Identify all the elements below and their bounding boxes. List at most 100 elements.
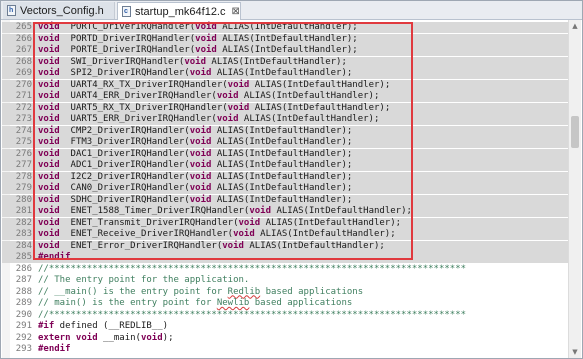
line-number: 290 (15, 309, 32, 320)
code-line[interactable]: 277 void ADC1_DriverIRQHandler(void ALIAS… (2, 160, 570, 172)
code-line[interactable]: 287 // The entry point for the applicatio… (2, 275, 570, 286)
code-line[interactable]: 273 void UART5_ERR_DriverIRQHandler(void … (2, 114, 570, 126)
code-token: void (38, 45, 60, 55)
tab-label: Vectors_Config.h (20, 4, 104, 17)
code-token: I2C2_DriverIRQHandler( (59, 171, 190, 182)
code-token: //**************************************… (38, 309, 467, 320)
code-token: ALIAS(IntDefaultHandler); (249, 79, 391, 90)
line-number: 285 (15, 252, 32, 262)
code-token: void (38, 137, 60, 147)
line-number: 265 (15, 22, 32, 32)
code-token: ALIAS(IntDefaultHandler); (206, 56, 347, 67)
code-token: based applications (260, 286, 364, 297)
scroll-up-icon[interactable]: ▲ (569, 20, 581, 32)
code-line[interactable]: 276 void DAC1_DriverIRQHandler(void ALIAS… (2, 148, 570, 160)
code-line[interactable]: 285 #endif (2, 252, 570, 264)
code-line[interactable]: 271 void UART4_ERR_DriverIRQHandler(void … (2, 91, 570, 103)
code-line[interactable]: 291 #if defined (__REDLIB__) (2, 321, 570, 332)
code-token: ALIAS(IntDefaultHandler); (254, 229, 396, 239)
close-icon[interactable]: ⊠ (232, 6, 240, 17)
code-token: Newlib (216, 298, 250, 308)
code-line[interactable]: 275 void FTM3_DriverIRQHandler(void ALIAS… (2, 137, 570, 149)
code-line[interactable]: 265 void PORTC_DriverIRQHandler(void ALIA… (2, 22, 570, 34)
code-token: void (38, 125, 60, 136)
code-token: ADC1_DriverIRQHandler( (59, 160, 190, 170)
code-token: SPI2_DriverIRQHandler( (59, 68, 190, 78)
code-line[interactable]: 279 void CAN0_DriverIRQHandler(void ALIAS… (2, 183, 570, 195)
line-number: 268 (15, 56, 32, 67)
tab-startup-mk64f12[interactable]: c startup_mk64f12.c ⊠ (117, 2, 241, 20)
code-line[interactable]: 288 // __main() is the entry point for Re… (2, 287, 570, 298)
code-line[interactable]: 268 void SWI_DriverIRQHandler(void ALIAS(… (2, 56, 570, 68)
code-token: ALIAS(IntDefaultHandler); (216, 33, 358, 44)
code-token: void (189, 183, 212, 193)
line-number: 283 (15, 229, 32, 239)
line-number: 287 (15, 275, 32, 285)
code-token: UART5_ERR_DriverIRQHandler( (59, 114, 217, 124)
code-token: ALIAS(IntDefaultHandler); (211, 160, 353, 170)
code-token: void (38, 148, 60, 159)
line-number: 280 (15, 194, 32, 205)
code-token: ALIAS(IntDefaultHandler); (216, 22, 358, 32)
code-line[interactable]: 284 void ENET_Error_DriverIRQHandler(void… (2, 240, 570, 252)
code-token: #if (38, 321, 55, 331)
line-number: 273 (15, 114, 32, 124)
code-token: ENET_Receive_DriverIRQHandler( (59, 229, 234, 239)
line-number: 284 (15, 240, 32, 251)
code-line[interactable]: 266 void PORTD_DriverIRQHandler(void ALIA… (2, 33, 570, 45)
code-line[interactable]: 282 void ENET_Transmit_DriverIRQHandler(v… (2, 217, 570, 229)
code-token: ENET_1588_Timer_DriverIRQHandler( (59, 206, 250, 216)
code-token: void (238, 217, 261, 228)
code-line[interactable]: 281 void ENET_1588_Timer_DriverIRQHandler… (2, 206, 570, 218)
code-line[interactable]: 269 void SPI2_DriverIRQHandler(void ALIAS… (2, 68, 570, 80)
code-line[interactable]: 286 //***********************************… (2, 264, 570, 275)
line-number: 269 (15, 68, 32, 78)
code-token: DAC1_DriverIRQHandler( (59, 148, 190, 159)
code-token: void (38, 194, 60, 205)
code-token: void (227, 102, 250, 113)
code-token: ALIAS(IntDefaultHandler); (211, 171, 353, 182)
code-token: void (189, 148, 212, 159)
code-token: ALIAS(IntDefaultHandler); (211, 68, 353, 78)
code-line[interactable]: 272 void UART5_RX_TX_DriverIRQHandler(voi… (2, 102, 570, 114)
tab-vectors-config[interactable]: h Vectors_Config.h (3, 2, 115, 19)
code-token: ALIAS(IntDefaultHandler); (249, 102, 391, 113)
code-token: PORTD_DriverIRQHandler( (59, 33, 196, 44)
editor-tab-bar: h Vectors_Config.h c startup_mk64f12.c ⊠ (1, 1, 582, 20)
code-token: void (38, 206, 60, 216)
code-token: void (140, 332, 163, 343)
code-token: // __main() is the entry point for (38, 286, 228, 297)
code-token: ALIAS(IntDefaultHandler); (211, 125, 353, 136)
code-line[interactable]: 289 // main() is the entry point for Newl… (2, 298, 570, 309)
code-line[interactable]: 283 void ENET_Receive_DriverIRQHandler(vo… (2, 229, 570, 241)
code-line[interactable]: 274 void CMP2_DriverIRQHandler(void ALIAS… (2, 125, 570, 137)
code-line[interactable]: 267 void PORTE_DriverIRQHandler(void ALIA… (2, 45, 570, 57)
code-line[interactable]: 270 void UART4_RX_TX_DriverIRQHandler(voi… (2, 79, 570, 91)
code-token: void (227, 79, 250, 90)
code-token: //**************************************… (38, 263, 467, 274)
code-token: UART5_RX_TX_DriverIRQHandler( (59, 102, 228, 113)
code-line[interactable]: 293 #endif (2, 344, 570, 355)
line-number: 279 (15, 183, 32, 193)
code-token: void (38, 217, 60, 228)
code-line[interactable]: 290 //***********************************… (2, 310, 570, 321)
scroll-down-icon[interactable]: ▼ (569, 346, 581, 358)
code-line[interactable]: 280 void SDHC_DriverIRQHandler(void ALIAS… (2, 194, 570, 206)
vertical-scrollbar[interactable]: ▲ ▼ (568, 20, 581, 358)
code-line[interactable]: 292 extern void __main(void); (2, 333, 570, 344)
code-token: CMP2_DriverIRQHandler( (59, 125, 190, 136)
code-token: PORTC_DriverIRQHandler( (59, 22, 196, 32)
code-token: ALIAS(IntDefaultHandler); (211, 194, 353, 205)
line-number: 292 (15, 332, 32, 343)
code-editor[interactable]: 265 void PORTC_DriverIRQHandler(void ALIA… (2, 20, 570, 358)
code-token: Redlib (227, 286, 261, 297)
code-token: void (70, 332, 98, 343)
editor-window: h Vectors_Config.h c startup_mk64f12.c ⊠… (0, 0, 583, 359)
line-number: 277 (15, 160, 32, 170)
line-number: 267 (15, 45, 32, 55)
code-token: // main() is the entry point for (38, 298, 217, 308)
code-line[interactable]: 278 void I2C2_DriverIRQHandler(void ALIAS… (2, 171, 570, 183)
line-number: 289 (15, 298, 32, 308)
scrollbar-thumb[interactable] (571, 116, 579, 148)
code-token: UART4_ERR_DriverIRQHandler( (59, 91, 217, 101)
